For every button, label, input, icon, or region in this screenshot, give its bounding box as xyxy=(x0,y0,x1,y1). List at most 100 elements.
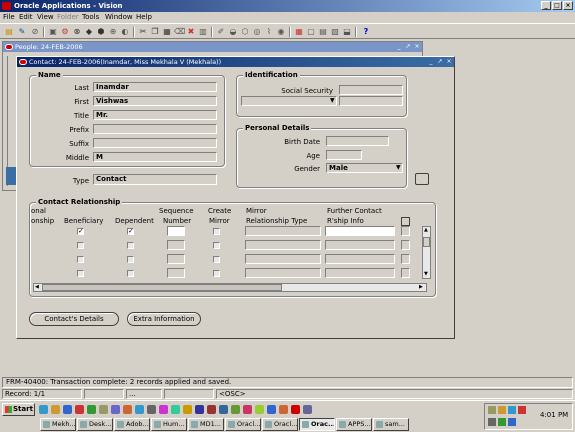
row-flex-field[interactable] xyxy=(401,240,410,250)
middle-name-field[interactable]: M xyxy=(93,152,217,162)
folder-tool-icon[interactable]: ◎ xyxy=(252,27,262,37)
save-proceed-icon[interactable]: ⊕ xyxy=(108,27,118,37)
quicklaunch-icon[interactable] xyxy=(123,405,132,414)
type-field[interactable]: Contact xyxy=(93,174,217,185)
delete-icon[interactable]: ✖ xyxy=(186,27,196,37)
create-mirror-checkbox[interactable] xyxy=(213,256,220,263)
horizontal-scrollbar[interactable]: ◀ ▶ xyxy=(33,283,427,292)
scroll-left-icon[interactable]: ◀ xyxy=(35,284,39,290)
taskbar-button[interactable]: Oracl... xyxy=(262,418,298,431)
scroll-up-icon[interactable]: ▲ xyxy=(424,227,428,233)
chevron-down-icon[interactable]: ▼ xyxy=(396,164,401,171)
people-close-icon[interactable]: × xyxy=(413,43,421,51)
sequence-field[interactable] xyxy=(167,268,185,278)
tray-icon[interactable] xyxy=(488,418,496,426)
quicklaunch-icon[interactable] xyxy=(51,405,60,414)
suffix-field[interactable] xyxy=(93,138,217,148)
quicklaunch-icon[interactable] xyxy=(219,405,228,414)
row-flex-field[interactable] xyxy=(401,254,410,264)
beneficiary-checkbox[interactable] xyxy=(77,256,84,263)
quicklaunch-icon[interactable] xyxy=(255,405,264,414)
menu-view[interactable]: View xyxy=(37,13,54,22)
scroll-thumb[interactable] xyxy=(423,237,430,247)
quicklaunch-icon[interactable] xyxy=(75,405,84,414)
menu-help[interactable]: Help xyxy=(136,13,152,22)
taskbar-button[interactable]: APPS... xyxy=(336,418,372,431)
chevron-down-icon[interactable]: ▼ xyxy=(330,97,335,104)
people-window-title-bar[interactable]: People: 24-FEB-2006 _ ↗ × xyxy=(3,42,422,52)
contact-close-icon[interactable]: × xyxy=(445,58,453,66)
national-id-type-select[interactable] xyxy=(241,96,337,106)
contact-minimize-icon[interactable]: _ xyxy=(427,58,435,66)
contacts-details-button[interactable]: Contact's Details xyxy=(29,312,119,326)
zoom-icon[interactable]: ✐ xyxy=(216,27,226,37)
menu-tools[interactable]: Tools xyxy=(82,13,99,22)
navigator-icon[interactable]: ⊘ xyxy=(30,27,40,37)
refresh-icon[interactable]: ◐ xyxy=(120,27,130,37)
contact-maximize-icon[interactable]: ↗ xyxy=(436,58,444,66)
ssn-field[interactable] xyxy=(339,85,403,95)
vertical-scrollbar[interactable]: ▲ ▼ xyxy=(422,226,431,279)
edit-field-icon[interactable]: ▥ xyxy=(198,27,208,37)
taskbar-button[interactable]: sam... xyxy=(373,418,409,431)
descriptive-flexfield-button[interactable] xyxy=(415,173,429,185)
quicklaunch-icon[interactable] xyxy=(63,405,72,414)
quicklaunch-icon[interactable] xyxy=(87,405,96,414)
taskbar-button[interactable]: Adob... xyxy=(114,418,150,431)
print-icon[interactable]: ⚙ xyxy=(60,27,70,37)
tray-icon[interactable] xyxy=(508,406,516,414)
mirror-relationship-field[interactable] xyxy=(245,226,321,236)
extra-information-button[interactable]: Extra Information xyxy=(127,312,201,326)
copy-icon[interactable]: ❐ xyxy=(150,27,160,37)
prefix-field[interactable] xyxy=(93,124,217,134)
menu-folder[interactable]: Folder xyxy=(57,13,79,22)
people-maximize-icon[interactable]: ↗ xyxy=(404,43,412,51)
paste-icon[interactable]: ▦ xyxy=(162,27,172,37)
export-icon[interactable]: ⬓ xyxy=(342,27,352,37)
beneficiary-checkbox[interactable]: ✓ xyxy=(77,228,84,235)
quicklaunch-icon[interactable] xyxy=(195,405,204,414)
contact-window-title-bar[interactable]: Contact: 24-FEB-2006(Inamdar, Miss Mekha… xyxy=(17,57,454,67)
mirror-relationship-field[interactable] xyxy=(245,240,321,250)
mirror-relationship-field[interactable] xyxy=(245,254,321,264)
taskbar-button[interactable]: Oracl... xyxy=(225,418,261,431)
first-name-field[interactable]: Vishwas xyxy=(93,96,217,106)
further-contact-field[interactable] xyxy=(325,268,395,278)
beneficiary-checkbox[interactable] xyxy=(77,270,84,277)
row-flex-field[interactable] xyxy=(401,268,410,278)
create-mirror-checkbox[interactable] xyxy=(213,270,220,277)
menu-window[interactable]: Window xyxy=(105,13,133,22)
paperclip-icon[interactable]: ⌇ xyxy=(264,27,274,37)
quicklaunch-icon[interactable] xyxy=(243,405,252,414)
tray-icon[interactable] xyxy=(518,406,526,414)
sequence-field[interactable] xyxy=(167,226,185,236)
further-contact-field[interactable] xyxy=(325,254,395,264)
attachments-icon[interactable]: ⬡ xyxy=(240,27,250,37)
tray-icon[interactable] xyxy=(508,418,516,426)
attach-doc-icon[interactable]: ▧ xyxy=(330,27,340,37)
quicklaunch-icon[interactable] xyxy=(111,405,120,414)
folder-header-box[interactable] xyxy=(401,217,410,226)
sequence-field[interactable] xyxy=(167,240,185,250)
tray-icon[interactable] xyxy=(498,418,506,426)
new-icon[interactable]: ▤ xyxy=(4,27,14,37)
dependent-checkbox[interactable] xyxy=(127,242,134,249)
cut-icon[interactable]: ✂ xyxy=(138,27,148,37)
scroll-right-icon[interactable]: ▶ xyxy=(419,284,423,290)
find-icon[interactable]: ✎ xyxy=(17,27,27,37)
dependent-checkbox[interactable]: ✓ xyxy=(127,228,134,235)
quicklaunch-icon[interactable] xyxy=(135,405,144,414)
quicklaunch-icon[interactable] xyxy=(99,405,108,414)
taskbar-button-active[interactable]: Orac... xyxy=(299,418,335,431)
age-field[interactable] xyxy=(326,150,362,160)
people-minimize-icon[interactable]: _ xyxy=(395,43,403,51)
menu-file[interactable]: File xyxy=(3,13,15,22)
window-icon[interactable]: ▢ xyxy=(306,27,316,37)
quicklaunch-icon[interactable] xyxy=(171,405,180,414)
quicklaunch-icon[interactable] xyxy=(291,405,300,414)
row-flex-field[interactable] xyxy=(401,226,410,236)
create-mirror-checkbox[interactable] xyxy=(213,228,220,235)
gender-select[interactable]: Male xyxy=(326,163,403,173)
quicklaunch-icon[interactable] xyxy=(231,405,240,414)
quicklaunch-icon[interactable] xyxy=(279,405,288,414)
